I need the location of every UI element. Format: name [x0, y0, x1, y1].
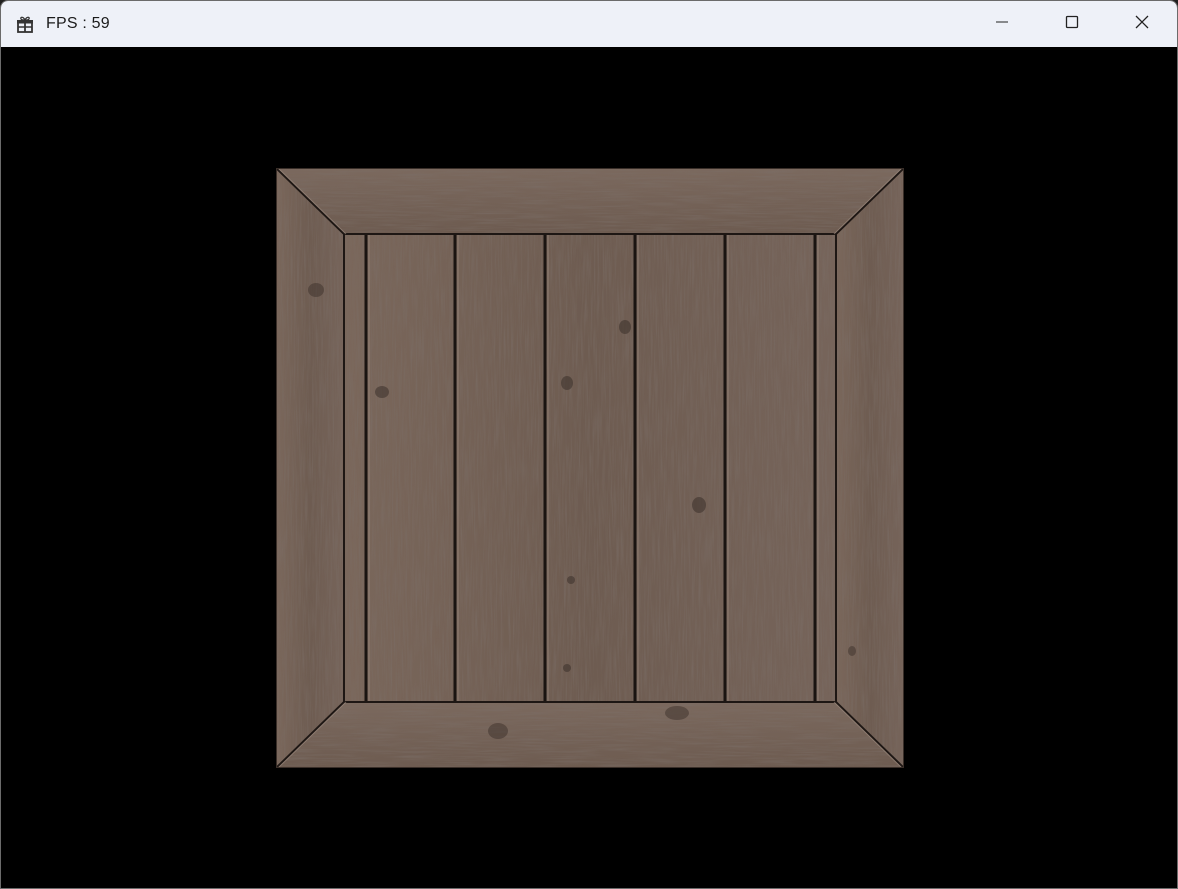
- close-button[interactable]: [1107, 1, 1177, 47]
- maximize-icon: [1064, 14, 1080, 35]
- minimize-icon: [994, 14, 1010, 35]
- window-controls: [967, 1, 1177, 47]
- close-icon: [1134, 14, 1150, 35]
- window-title: FPS : 59: [46, 15, 110, 32]
- gift-icon: [16, 15, 34, 33]
- minimize-button[interactable]: [967, 1, 1037, 47]
- wooden-crate: [276, 168, 904, 768]
- maximize-button[interactable]: [1037, 1, 1107, 47]
- render-viewport[interactable]: [1, 47, 1177, 888]
- title-bar[interactable]: FPS : 59: [1, 1, 1177, 47]
- app-window: FPS : 59: [0, 0, 1178, 889]
